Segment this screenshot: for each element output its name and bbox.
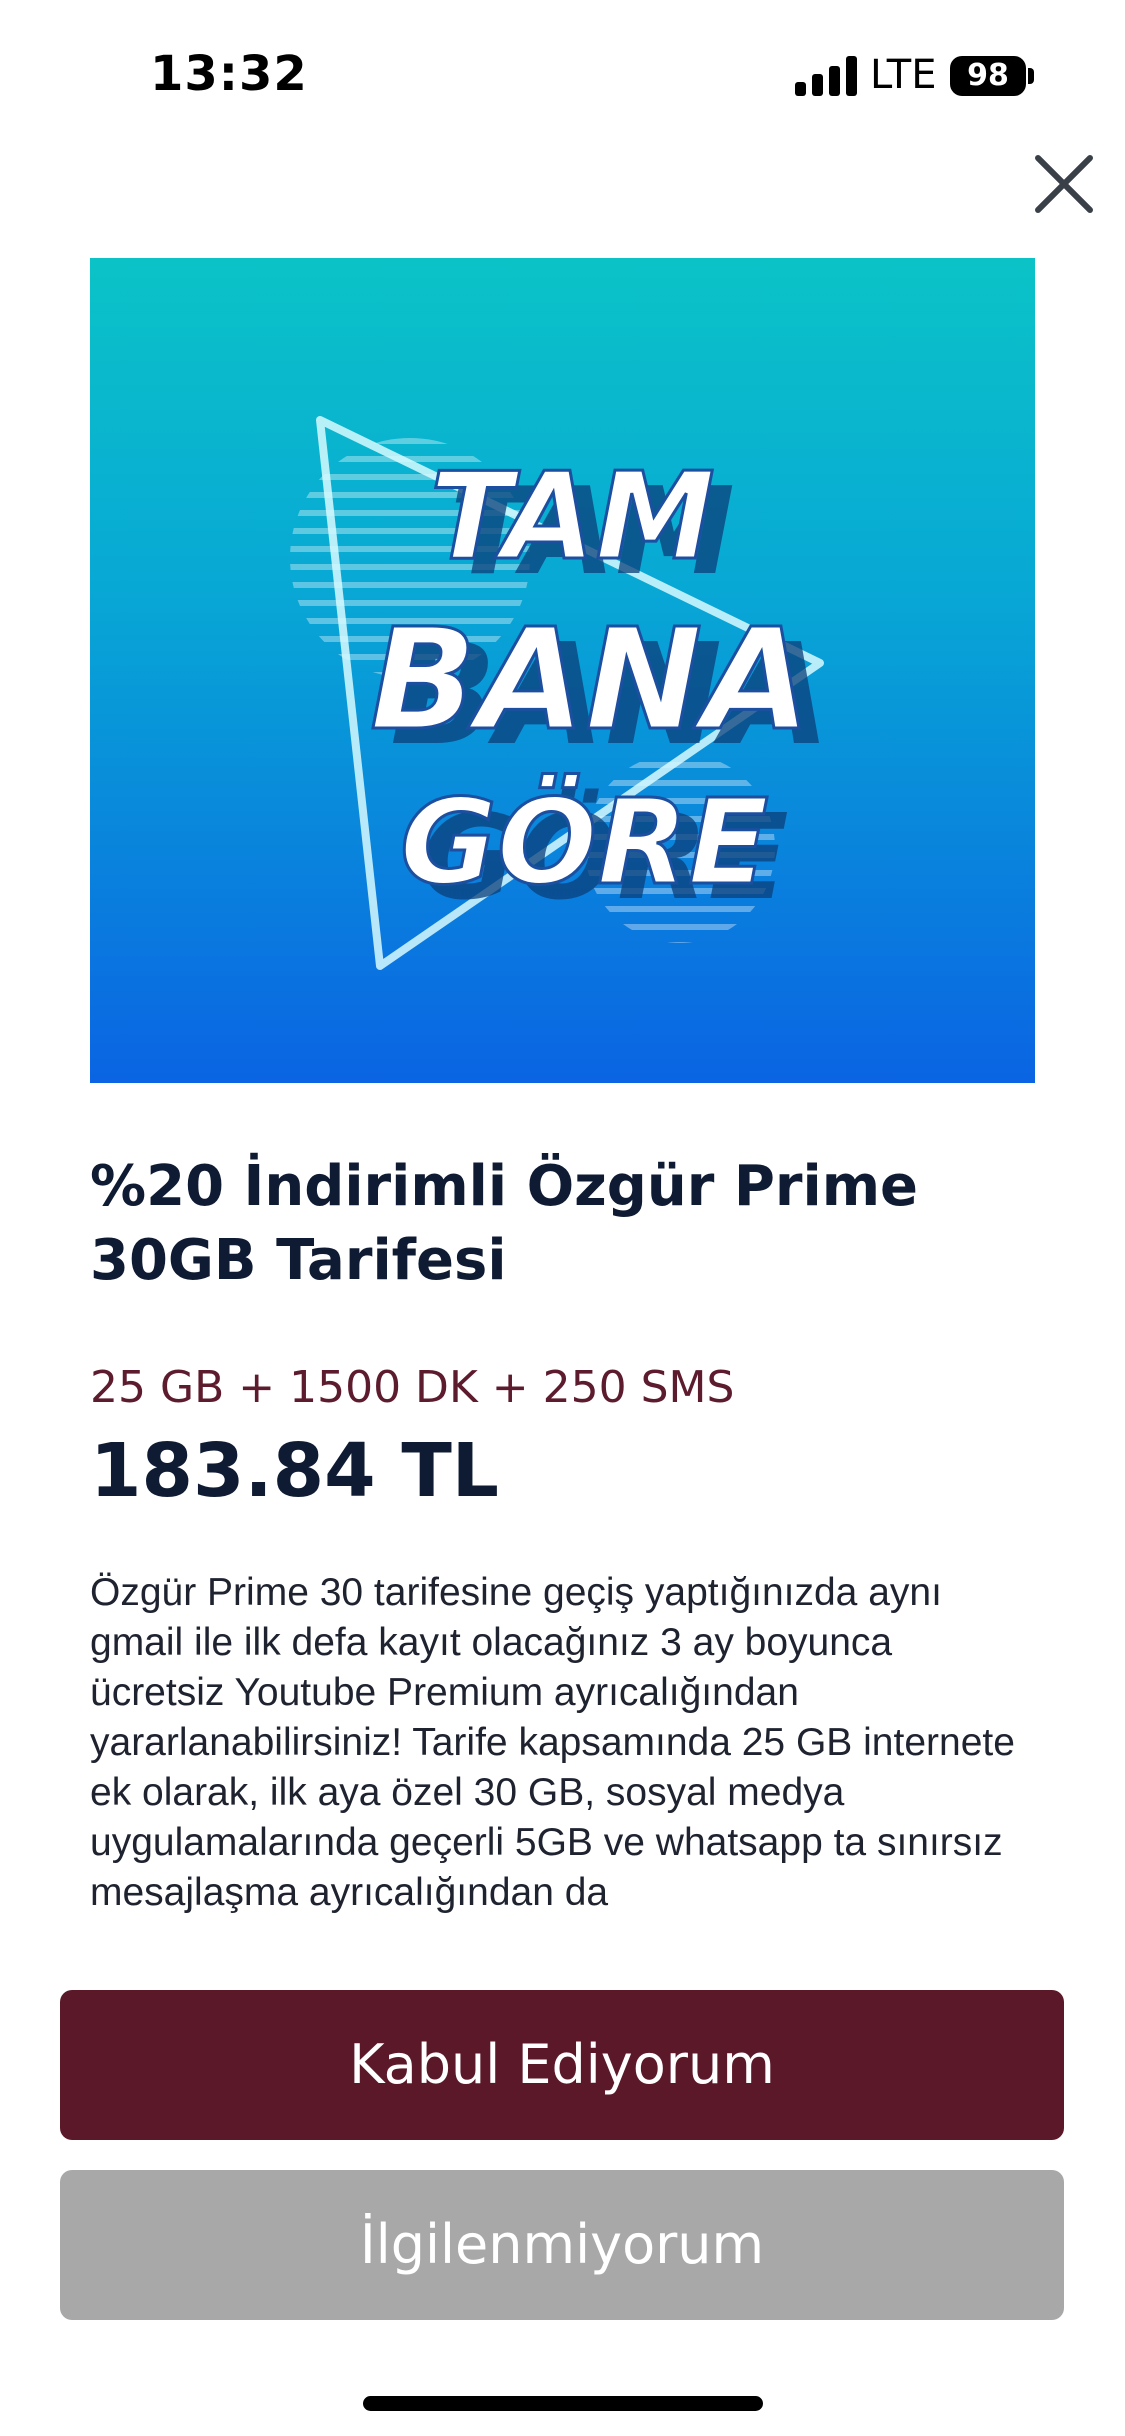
banner-text-line3: GÖRE <box>400 773 769 911</box>
promo-banner: TAM BANA GÖRE TAM BANA GÖRE <box>90 258 1035 1083</box>
offer-price: 183.84 TL <box>90 1428 499 1514</box>
battery-icon: 98 <box>950 56 1026 96</box>
home-indicator[interactable] <box>363 2396 763 2411</box>
status-time: 13:32 <box>150 46 308 102</box>
close-icon <box>1035 155 1093 213</box>
accept-button[interactable]: Kabul Ediyorum <box>60 1990 1064 2140</box>
battery-tip <box>1028 68 1034 84</box>
offer-description: Özgür Prime 30 tarifesine geçiş yaptığın… <box>90 1571 1015 1914</box>
network-type: LTE <box>870 52 937 98</box>
banner-text-line1: TAM <box>430 448 715 587</box>
offer-features: 25 GB + 1500 DK + 250 SMS <box>90 1362 735 1413</box>
offer-title: %20 İndirimli Özgür Prime 30GB Tarifesi <box>90 1154 919 1293</box>
signal-icon <box>795 56 857 96</box>
decline-button[interactable]: İlgilenmiyorum <box>60 2170 1064 2320</box>
close-button[interactable] <box>1032 152 1096 216</box>
banner-text-line2: BANA <box>370 599 811 762</box>
